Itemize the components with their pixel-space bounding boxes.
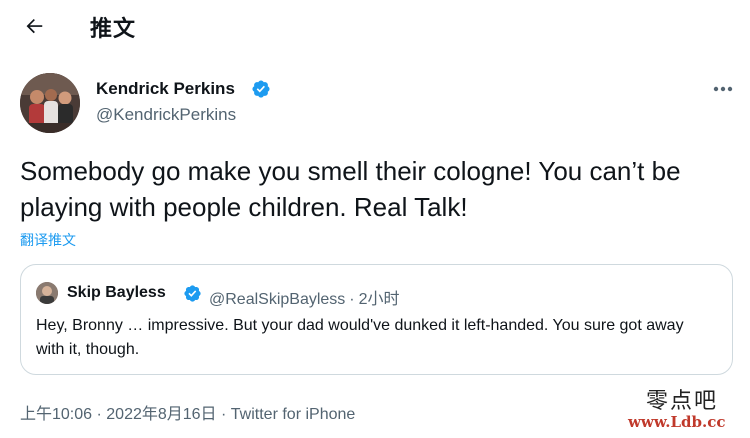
watermark: 零点吧 www.Ldb.cc bbox=[628, 383, 746, 435]
separator-dot: · bbox=[92, 406, 107, 423]
quoted-handle: @RealSkipBayless bbox=[209, 291, 346, 308]
back-button[interactable] bbox=[18, 10, 50, 42]
separator-dot: · bbox=[216, 406, 231, 423]
quoted-handle-and-time: @RealSkipBayless · 2小时 bbox=[209, 285, 400, 309]
tweet-text: Somebody go make you smell their cologne… bbox=[20, 156, 681, 222]
tweet-source[interactable]: Twitter for iPhone bbox=[231, 406, 356, 423]
quoted-time: 2小时 bbox=[358, 291, 400, 308]
tweet-metadata: 上午10:06 · 2022年8月16日 · Twitter for iPhon… bbox=[20, 400, 355, 424]
more-horizontal-icon bbox=[713, 86, 733, 92]
quoted-avatar bbox=[36, 282, 58, 304]
more-options-button[interactable] bbox=[708, 78, 738, 100]
avatar[interactable] bbox=[20, 73, 80, 133]
watermark-url: www.Ldb.cc bbox=[628, 413, 726, 431]
watermark-text: 零点吧 bbox=[646, 389, 719, 414]
page-title: 推文 bbox=[90, 17, 137, 42]
arrow-left-icon bbox=[26, 18, 43, 34]
author-name[interactable]: Kendrick Perkins bbox=[96, 79, 235, 99]
top-bar: 推文 bbox=[0, 0, 750, 52]
verified-badge-icon bbox=[252, 80, 270, 98]
author-handle[interactable]: @KendrickPerkins bbox=[96, 105, 236, 125]
quoted-tweet[interactable]: Skip Bayless @RealSkipBayless · 2小时 Hey, B… bbox=[20, 264, 733, 375]
quoted-text: Hey, Bronny … impressive. But your dad w… bbox=[36, 317, 684, 358]
quoted-author-name: Skip Bayless bbox=[67, 284, 166, 301]
tweet-date[interactable]: 2022年8月16日 bbox=[106, 406, 216, 423]
separator-dot: · bbox=[349, 291, 355, 308]
verified-badge-icon bbox=[184, 285, 201, 302]
tweet-time[interactable]: 上午10:06 bbox=[20, 406, 92, 423]
translate-link[interactable]: 翻译推文 bbox=[20, 230, 76, 250]
